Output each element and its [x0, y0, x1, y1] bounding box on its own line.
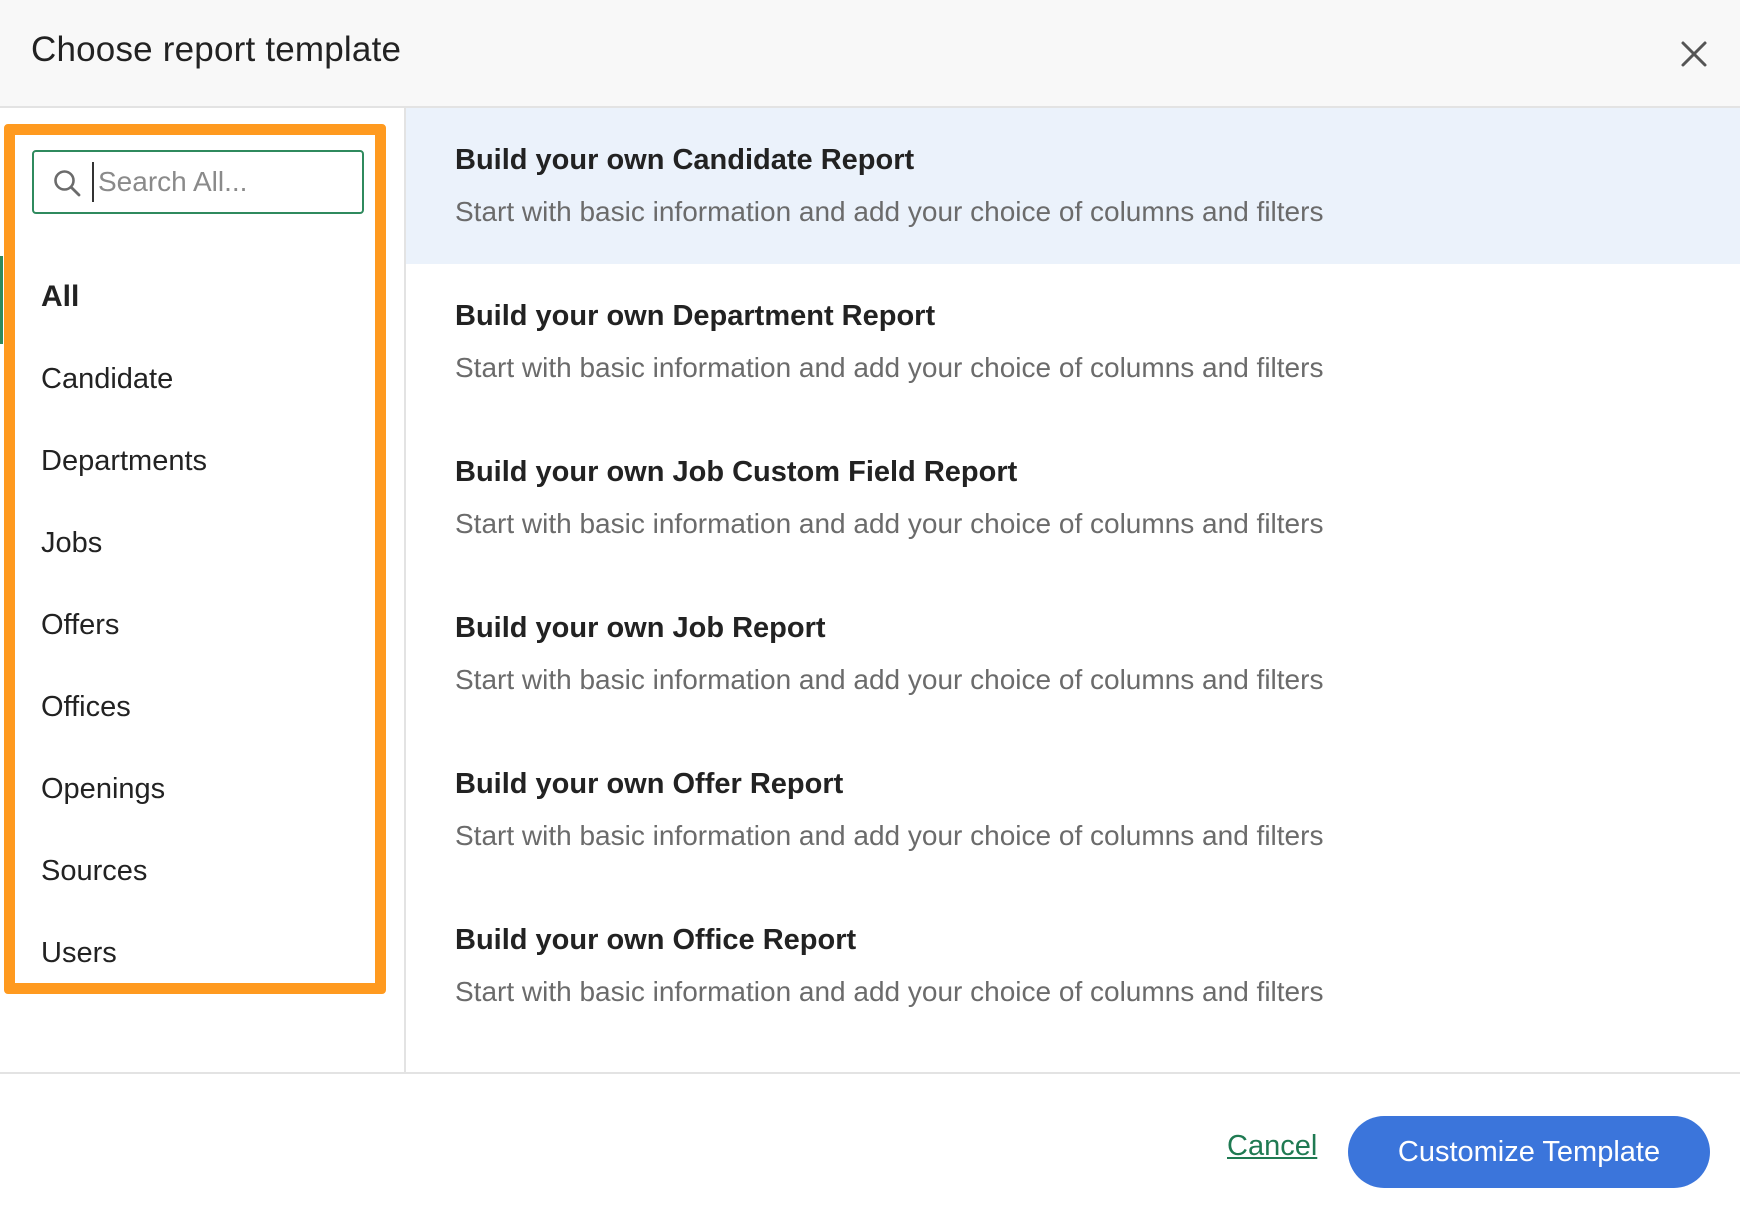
category-item-candidate[interactable]: Candidate — [41, 338, 361, 420]
template-description: Start with basic information and add you… — [455, 976, 1324, 1007]
category-item-offers[interactable]: Offers — [41, 584, 361, 666]
category-list: All Candidate Departments Jobs Offers Of… — [41, 256, 361, 994]
template-item-department-report[interactable]: Build your own Department Report Start w… — [406, 264, 1740, 420]
cancel-link[interactable]: Cancel — [1227, 1130, 1317, 1163]
template-item-candidate-report[interactable]: Build your own Candidate Report Start wi… — [406, 108, 1740, 264]
category-item-openings[interactable]: Openings — [41, 748, 361, 830]
search-icon — [54, 170, 81, 197]
dialog-title: Choose report template — [31, 30, 402, 69]
template-title: Build your own Job Report — [455, 612, 826, 644]
category-item-users[interactable]: Users — [41, 912, 361, 994]
close-button[interactable] — [1672, 32, 1716, 76]
choose-report-template-dialog: Choose report template All Candidate Dep… — [0, 0, 1740, 1214]
template-title: Build your own Candidate Report — [455, 144, 915, 176]
template-description: Start with basic information and add you… — [455, 352, 1324, 383]
template-description: Start with basic information and add you… — [455, 820, 1324, 851]
template-title: Build your own Department Report — [455, 300, 936, 332]
template-title: Build your own Office Report — [455, 924, 857, 956]
template-list: Build your own Candidate Report Start wi… — [406, 108, 1740, 1072]
category-sidebar: All Candidate Departments Jobs Offers Of… — [0, 108, 406, 1072]
template-item-job-custom-field-report[interactable]: Build your own Job Custom Field Report S… — [406, 420, 1740, 576]
template-title: Build your own Job Custom Field Report — [455, 456, 1018, 488]
category-item-jobs[interactable]: Jobs — [41, 502, 361, 584]
category-item-offices[interactable]: Offices — [41, 666, 361, 748]
close-icon — [1681, 41, 1707, 67]
search-box[interactable] — [32, 150, 364, 214]
category-item-sources[interactable]: Sources — [41, 830, 361, 912]
category-item-all[interactable]: All — [41, 256, 361, 338]
template-item-job-report[interactable]: Build your own Job Report Start with bas… — [406, 576, 1740, 732]
dialog-header: Choose report template — [0, 0, 1740, 108]
template-item-offer-report[interactable]: Build your own Offer Report Start with b… — [406, 732, 1740, 888]
template-item-office-report[interactable]: Build your own Office Report Start with … — [406, 888, 1740, 1044]
template-description: Start with basic information and add you… — [455, 508, 1324, 539]
search-input[interactable] — [92, 162, 358, 202]
template-title: Build your own Offer Report — [455, 768, 844, 800]
customize-template-button[interactable]: Customize Template — [1348, 1116, 1710, 1188]
active-category-indicator — [0, 256, 3, 344]
template-description: Start with basic information and add you… — [455, 196, 1324, 227]
dialog-footer: Cancel Customize Template — [0, 1072, 1740, 1214]
template-description: Start with basic information and add you… — [455, 664, 1324, 695]
category-item-departments[interactable]: Departments — [41, 420, 361, 502]
